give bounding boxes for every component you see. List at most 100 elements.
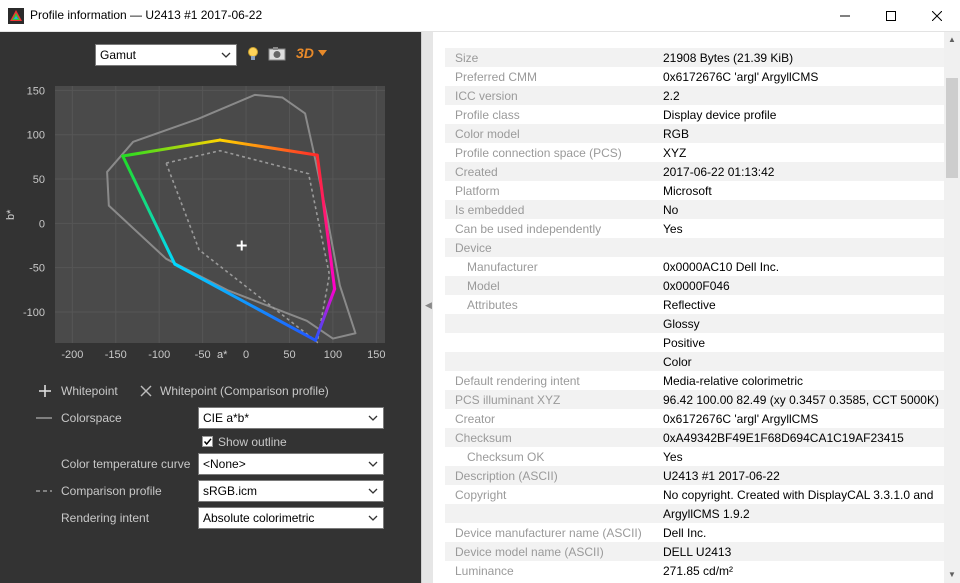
row-key: Description (ASCII) <box>455 469 558 483</box>
dropdown-arrow-icon <box>318 50 327 56</box>
row-value: RGB <box>663 127 690 141</box>
row-key: Platform <box>455 184 500 198</box>
x-tick-label: -150 <box>105 349 127 361</box>
comparison-profile-select[interactable]: sRGB.icm <box>198 480 384 502</box>
colorspace-label: Colorspace <box>61 411 122 425</box>
temp-curve-value: <None> <box>203 457 246 471</box>
solid-line-icon <box>36 417 52 419</box>
table-row: Device <box>445 238 944 257</box>
table-row: Positive <box>445 333 944 352</box>
rendering-intent-select[interactable]: Absolute colorimetric <box>198 507 384 529</box>
y-tick-label: 0 <box>39 218 45 230</box>
screenshot-icon[interactable] <box>268 46 286 62</box>
row-key: Device model name (ASCII) <box>455 545 604 559</box>
row-key: Device manufacturer name (ASCII) <box>455 526 642 540</box>
scroll-up-icon[interactable]: ▲ <box>944 32 960 48</box>
table-row: Created 2017-06-22 01:13:42 <box>445 162 944 181</box>
row-value: ArgyllCMS 1.9.2 <box>663 507 750 521</box>
scrollbar-thumb[interactable] <box>946 78 958 178</box>
row-value: 0x0000F046 <box>663 279 730 293</box>
three-d-button[interactable]: 3D <box>296 44 330 64</box>
row-value: 96.42 100.00 82.49 (xy 0.3457 0.3585, CC… <box>663 393 939 407</box>
table-row: Is embedded No <box>445 200 944 219</box>
chevron-down-icon <box>368 515 378 521</box>
chevron-down-icon <box>221 52 231 58</box>
table-row: Size 21908 Bytes (21.39 KiB) <box>445 48 944 67</box>
show-outline-checkbox[interactable]: Show outline <box>202 435 312 451</box>
dashed-line-icon <box>36 490 52 492</box>
close-icon <box>932 10 942 21</box>
row-value: No <box>663 203 679 217</box>
row-key: Profile connection space (PCS) <box>455 146 622 160</box>
temp-curve-select[interactable]: <None> <box>198 453 384 475</box>
rendering-intent-label: Rendering intent <box>61 511 150 525</box>
plot-area <box>55 86 385 343</box>
whitepoint-plus-icon <box>39 385 51 397</box>
y-tick-label: 50 <box>33 174 45 186</box>
three-d-label: 3D <box>296 45 314 61</box>
row-key: Size <box>455 51 479 65</box>
y-axis-label: b* <box>5 209 17 220</box>
view-select[interactable]: Gamut <box>95 44 237 66</box>
row-key: Color model <box>455 127 520 141</box>
x-tick-label: -50 <box>195 349 211 361</box>
scroll-down-icon[interactable]: ▼ <box>944 567 960 583</box>
table-row: Attributes Reflective <box>445 295 944 314</box>
temp-curve-label: Color temperature curve <box>61 457 191 471</box>
x-tick-label: -200 <box>61 349 83 361</box>
row-value: 2.2 <box>663 89 680 103</box>
maximize-icon <box>886 10 896 21</box>
row-value: No copyright. Created with DisplayCAL 3.… <box>663 488 934 502</box>
chevron-down-icon <box>368 415 378 421</box>
row-value: 0x0000AC10 Dell Inc. <box>663 260 780 274</box>
colorspace-select[interactable]: CIE a*b* <box>198 407 384 429</box>
row-key: Model <box>467 279 500 293</box>
table-row: Device manufacturer name (ASCII) Dell Inc… <box>445 523 944 542</box>
y-tick-label: -50 <box>29 263 45 275</box>
row-value: DELL U2413 <box>663 545 732 559</box>
table-row: Copyright No copyright. Created with Disp… <box>445 485 944 504</box>
table-row: Default rendering intent Media-relative c… <box>445 371 944 390</box>
vertical-scrollbar[interactable]: ▲ ▼ <box>944 32 960 583</box>
table-row: Device model name (ASCII) DELL U2413 <box>445 542 944 561</box>
row-key: Creator <box>455 412 496 426</box>
table-row: Profile connection space (PCS) XYZ <box>445 143 944 162</box>
table-row: Model 0x0000F046 <box>445 276 944 295</box>
splitter-arrow-icon: ◀ <box>425 300 432 310</box>
rendering-intent-value: Absolute colorimetric <box>203 511 315 525</box>
checkbox-box <box>202 436 213 447</box>
row-value: Microsoft <box>663 184 712 198</box>
lightbulb-icon[interactable] <box>246 46 260 62</box>
row-key: Device <box>455 241 492 255</box>
maximize-button[interactable] <box>868 0 914 31</box>
row-value: Media-relative colorimetric <box>663 374 804 388</box>
table-row: Luminance 271.85 cd/m² <box>445 561 944 580</box>
checkmark-icon <box>203 438 212 446</box>
y-tick-label: 100 <box>27 130 45 142</box>
row-value: 21908 Bytes (21.39 KiB) <box>663 51 794 65</box>
y-tick-label: 150 <box>27 85 45 97</box>
row-value: Dell Inc. <box>663 526 707 540</box>
row-key: Checksum OK <box>467 450 545 464</box>
x-axis-label: a* <box>217 349 228 361</box>
row-key: Is embedded <box>455 203 525 217</box>
table-row: ArgyllCMS 1.9.2 <box>445 504 944 523</box>
row-key: Checksum <box>455 431 512 445</box>
row-value: U2413 #1 2017-06-22 <box>663 469 780 483</box>
window-title: Profile information — U2413 #1 2017-06-2… <box>30 8 263 22</box>
whitepoint-x-icon <box>140 385 152 397</box>
view-select-value: Gamut <box>100 48 137 62</box>
table-row: Can be used independently Yes <box>445 219 944 238</box>
table-row: ICC version 2.2 <box>445 86 944 105</box>
x-tick-label: 100 <box>324 349 342 361</box>
minimize-button[interactable] <box>822 0 868 31</box>
table-row: Creator 0x6172676C 'argl' ArgyllCMS <box>445 409 944 428</box>
whitepoint-comparison-legend-label: Whitepoint (Comparison profile) <box>160 384 329 398</box>
row-key: Manufacturer <box>467 260 538 274</box>
y-tick-label: -100 <box>23 307 45 319</box>
minimize-icon <box>840 15 850 16</box>
table-row: Color <box>445 352 944 371</box>
close-button[interactable] <box>914 0 960 31</box>
table-row: Manufacturer 0x0000AC10 Dell Inc. <box>445 257 944 276</box>
show-outline-label: Show outline <box>218 435 287 449</box>
